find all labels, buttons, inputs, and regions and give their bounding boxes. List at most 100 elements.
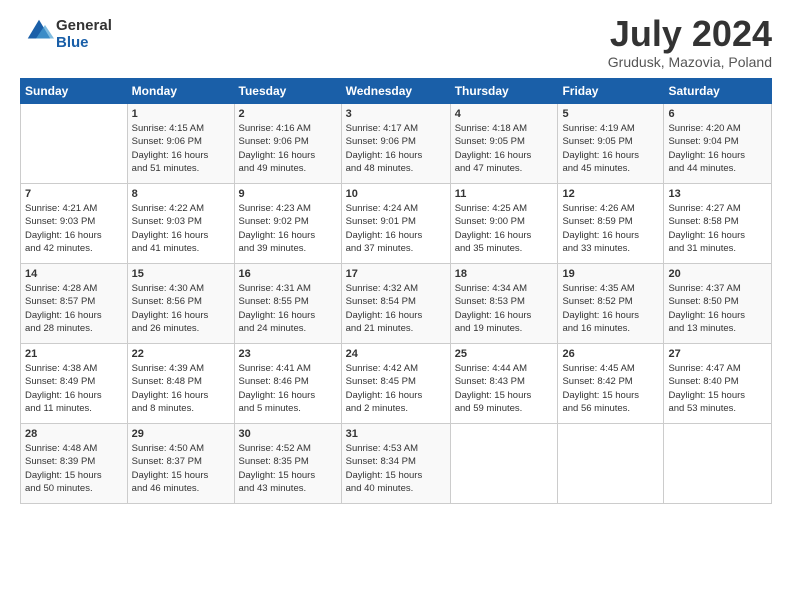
calendar-cell: 1 Sunrise: 4:15 AMSunset: 9:06 PMDaylight… [127, 104, 234, 184]
day-number: 6 [668, 108, 767, 120]
day-info: Sunrise: 4:50 AMSunset: 8:37 PMDaylight:… [132, 442, 230, 495]
day-info: Sunrise: 4:21 AMSunset: 9:03 PMDaylight:… [25, 202, 123, 255]
calendar-cell: 3 Sunrise: 4:17 AMSunset: 9:06 PMDaylight… [341, 104, 450, 184]
day-number: 16 [239, 268, 337, 280]
calendar-cell: 4 Sunrise: 4:18 AMSunset: 9:05 PMDaylight… [450, 104, 558, 184]
header-saturday: Saturday [664, 79, 772, 104]
calendar-cell: 30Sunrise: 4:52 AMSunset: 8:35 PMDayligh… [234, 424, 341, 504]
day-number: 23 [239, 348, 337, 360]
day-info: Sunrise: 4:24 AMSunset: 9:01 PMDaylight:… [346, 202, 446, 255]
day-number: 14 [25, 268, 123, 280]
header-friday: Friday [558, 79, 664, 104]
calendar-cell: 10 Sunrise: 4:24 AMSunset: 9:01 PMDayligh… [341, 184, 450, 264]
calendar-cell: 17 Sunrise: 4:32 AMSunset: 8:54 PMDayligh… [341, 264, 450, 344]
calendar-cell: 31Sunrise: 4:53 AMSunset: 8:34 PMDayligh… [341, 424, 450, 504]
location: Grudusk, Mazovia, Poland [608, 54, 772, 70]
calendar-cell: 7Sunrise: 4:21 AMSunset: 9:03 PMDaylight… [21, 184, 128, 264]
calendar-week-1: 7Sunrise: 4:21 AMSunset: 9:03 PMDaylight… [21, 184, 772, 264]
day-number: 15 [132, 268, 230, 280]
day-number: 10 [346, 188, 446, 200]
day-number: 21 [25, 348, 123, 360]
day-info: Sunrise: 4:22 AMSunset: 9:03 PMDaylight:… [132, 202, 230, 255]
day-number: 17 [346, 268, 446, 280]
day-number: 12 [562, 188, 659, 200]
day-number: 3 [346, 108, 446, 120]
day-info: Sunrise: 4:47 AMSunset: 8:40 PMDaylight:… [668, 362, 767, 415]
logo: General Blue [20, 16, 112, 51]
day-number: 22 [132, 348, 230, 360]
day-info: Sunrise: 4:20 AMSunset: 9:04 PMDaylight:… [668, 122, 767, 175]
month-title: July 2024 [608, 16, 772, 52]
day-number: 30 [239, 428, 337, 440]
calendar-week-4: 28Sunrise: 4:48 AMSunset: 8:39 PMDayligh… [21, 424, 772, 504]
day-number: 4 [455, 108, 554, 120]
day-info: Sunrise: 4:25 AMSunset: 9:00 PMDaylight:… [455, 202, 554, 255]
day-info: Sunrise: 4:31 AMSunset: 8:55 PMDaylight:… [239, 282, 337, 335]
logo-general-text: General [56, 17, 112, 34]
day-info: Sunrise: 4:38 AMSunset: 8:49 PMDaylight:… [25, 362, 123, 415]
day-info: Sunrise: 4:44 AMSunset: 8:43 PMDaylight:… [455, 362, 554, 415]
calendar-cell: 15 Sunrise: 4:30 AMSunset: 8:56 PMDayligh… [127, 264, 234, 344]
day-number: 5 [562, 108, 659, 120]
day-info: Sunrise: 4:30 AMSunset: 8:56 PMDaylight:… [132, 282, 230, 335]
calendar-header-row: Sunday Monday Tuesday Wednesday Thursday… [21, 79, 772, 104]
calendar-cell: 14 Sunrise: 4:28 AMSunset: 8:57 PMDayligh… [21, 264, 128, 344]
calendar-cell [558, 424, 664, 504]
calendar-cell: 21 Sunrise: 4:38 AMSunset: 8:49 PMDayligh… [21, 344, 128, 424]
calendar-cell: 19 Sunrise: 4:35 AMSunset: 8:52 PMDayligh… [558, 264, 664, 344]
page: General Blue July 2024 Grudusk, Mazovia,… [0, 0, 792, 612]
header: General Blue July 2024 Grudusk, Mazovia,… [20, 16, 772, 70]
day-number: 2 [239, 108, 337, 120]
calendar-cell [450, 424, 558, 504]
day-number: 24 [346, 348, 446, 360]
day-number: 20 [668, 268, 767, 280]
day-number: 27 [668, 348, 767, 360]
day-number: 25 [455, 348, 554, 360]
day-info: Sunrise: 4:26 AMSunset: 8:59 PMDaylight:… [562, 202, 659, 255]
day-number: 19 [562, 268, 659, 280]
day-number: 1 [132, 108, 230, 120]
day-info: Sunrise: 4:37 AMSunset: 8:50 PMDaylight:… [668, 282, 767, 335]
calendar-cell: 25 Sunrise: 4:44 AMSunset: 8:43 PMDayligh… [450, 344, 558, 424]
header-tuesday: Tuesday [234, 79, 341, 104]
day-info: Sunrise: 4:41 AMSunset: 8:46 PMDaylight:… [239, 362, 337, 415]
day-info: Sunrise: 4:28 AMSunset: 8:57 PMDaylight:… [25, 282, 123, 335]
day-info: Sunrise: 4:16 AMSunset: 9:06 PMDaylight:… [239, 122, 337, 175]
calendar-cell: 27 Sunrise: 4:47 AMSunset: 8:40 PMDayligh… [664, 344, 772, 424]
day-number: 8 [132, 188, 230, 200]
day-info: Sunrise: 4:53 AMSunset: 8:34 PMDaylight:… [346, 442, 446, 495]
day-info: Sunrise: 4:27 AMSunset: 8:58 PMDaylight:… [668, 202, 767, 255]
calendar-cell [21, 104, 128, 184]
calendar-cell: 5Sunrise: 4:19 AMSunset: 9:05 PMDaylight… [558, 104, 664, 184]
title-block: July 2024 Grudusk, Mazovia, Poland [608, 16, 772, 70]
day-number: 28 [25, 428, 123, 440]
header-wednesday: Wednesday [341, 79, 450, 104]
day-number: 11 [455, 188, 554, 200]
day-info: Sunrise: 4:42 AMSunset: 8:45 PMDaylight:… [346, 362, 446, 415]
day-info: Sunrise: 4:17 AMSunset: 9:06 PMDaylight:… [346, 122, 446, 175]
calendar-week-2: 14 Sunrise: 4:28 AMSunset: 8:57 PMDayligh… [21, 264, 772, 344]
day-info: Sunrise: 4:23 AMSunset: 9:02 PMDaylight:… [239, 202, 337, 255]
logo-icon [24, 16, 54, 46]
calendar-cell: 28Sunrise: 4:48 AMSunset: 8:39 PMDayligh… [21, 424, 128, 504]
calendar-cell: 18Sunrise: 4:34 AMSunset: 8:53 PMDayligh… [450, 264, 558, 344]
header-thursday: Thursday [450, 79, 558, 104]
day-number: 9 [239, 188, 337, 200]
calendar-cell: 13Sunrise: 4:27 AMSunset: 8:58 PMDayligh… [664, 184, 772, 264]
day-info: Sunrise: 4:18 AMSunset: 9:05 PMDaylight:… [455, 122, 554, 175]
day-number: 18 [455, 268, 554, 280]
calendar-cell: 9 Sunrise: 4:23 AMSunset: 9:02 PMDaylight… [234, 184, 341, 264]
day-info: Sunrise: 4:32 AMSunset: 8:54 PMDaylight:… [346, 282, 446, 335]
day-info: Sunrise: 4:15 AMSunset: 9:06 PMDaylight:… [132, 122, 230, 175]
day-number: 26 [562, 348, 659, 360]
calendar-cell: 26 Sunrise: 4:45 AMSunset: 8:42 PMDayligh… [558, 344, 664, 424]
calendar-week-0: 1 Sunrise: 4:15 AMSunset: 9:06 PMDaylight… [21, 104, 772, 184]
calendar-cell: 29Sunrise: 4:50 AMSunset: 8:37 PMDayligh… [127, 424, 234, 504]
day-info: Sunrise: 4:45 AMSunset: 8:42 PMDaylight:… [562, 362, 659, 415]
header-monday: Monday [127, 79, 234, 104]
calendar-cell: 12 Sunrise: 4:26 AMSunset: 8:59 PMDayligh… [558, 184, 664, 264]
day-info: Sunrise: 4:35 AMSunset: 8:52 PMDaylight:… [562, 282, 659, 335]
calendar-cell: 2 Sunrise: 4:16 AMSunset: 9:06 PMDaylight… [234, 104, 341, 184]
calendar-cell: 20 Sunrise: 4:37 AMSunset: 8:50 PMDayligh… [664, 264, 772, 344]
calendar-cell: 11 Sunrise: 4:25 AMSunset: 9:00 PMDayligh… [450, 184, 558, 264]
